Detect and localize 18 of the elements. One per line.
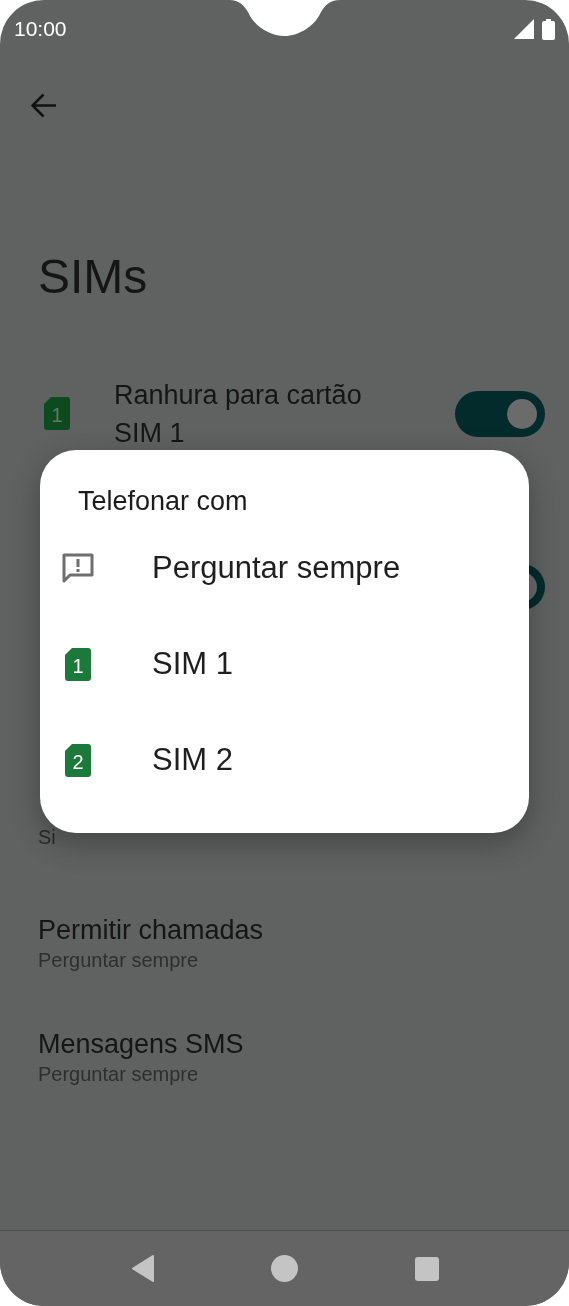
clock-time: 10:00 <box>14 16 67 43</box>
back-arrow-icon <box>31 92 57 118</box>
sim-card-icon: 1 <box>44 397 70 431</box>
back-icon <box>130 1255 155 1282</box>
sim-card-icon: 2 <box>65 743 91 777</box>
dialog-option[interactable]: 2 SIM 2 <box>40 712 529 808</box>
dialog-title: Telefonar com <box>78 485 249 518</box>
page-title: SIMs <box>38 249 149 305</box>
sim-slot-label: Ranhura para cartão SIM 1 <box>114 378 363 450</box>
dialog-option[interactable]: 1 SIM 1 <box>40 616 529 712</box>
message-alert-icon <box>62 553 94 583</box>
recents-icon <box>414 1256 439 1281</box>
dialog-option[interactable]: Perguntar sempre <box>40 520 529 616</box>
sim-card-icon: 1 <box>65 647 91 681</box>
home-icon <box>271 1255 298 1282</box>
battery-icon <box>542 18 555 40</box>
toggle-switch[interactable] <box>455 390 545 437</box>
signal-icon <box>514 19 534 39</box>
